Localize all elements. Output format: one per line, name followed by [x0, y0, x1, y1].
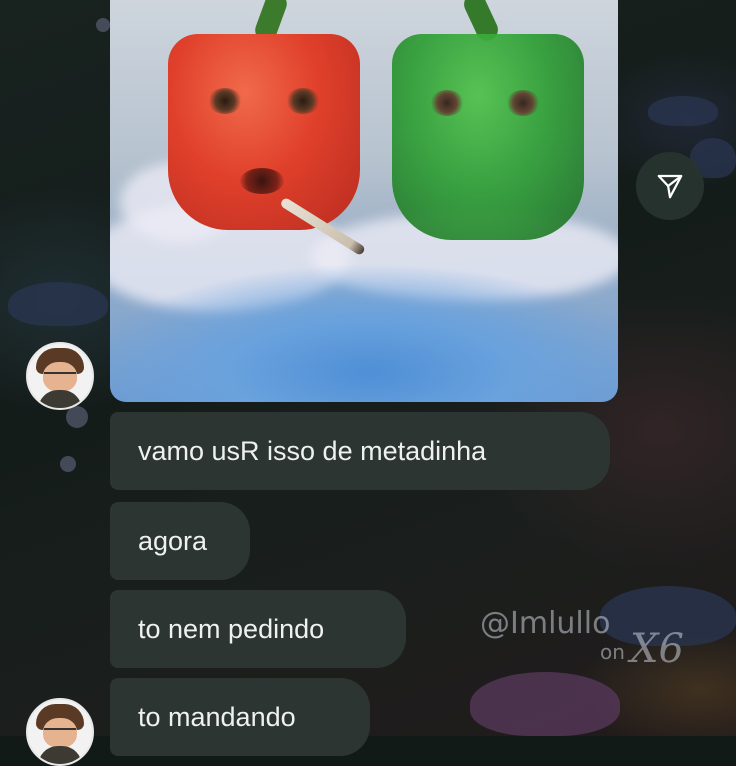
message-bubble[interactable]: to nem pedindo	[110, 590, 406, 668]
avatar[interactable]	[26, 698, 94, 766]
red-pepper	[168, 34, 360, 230]
message-text: to mandando	[138, 701, 296, 732]
avatar-shirt	[38, 746, 82, 764]
pepper-eye	[286, 88, 320, 114]
avatar-glasses	[44, 372, 76, 380]
sky-background	[110, 252, 618, 402]
flower-decoration	[60, 456, 76, 472]
flower-decoration	[66, 406, 88, 428]
flower-decoration	[96, 18, 110, 32]
pepper-mouth	[240, 168, 284, 194]
share-icon	[657, 174, 683, 199]
avatar-glasses	[44, 728, 76, 736]
message-text: agora	[138, 525, 208, 556]
mushroom-decoration	[648, 96, 718, 126]
watermark: @Imlullo on X6	[480, 606, 684, 672]
watermark-mark: X6	[630, 626, 684, 672]
message-bubble[interactable]: vamo usR isso de metadinha	[110, 412, 610, 490]
watermark-handle: @Imlullo	[480, 606, 611, 641]
pepper-eye	[430, 90, 464, 116]
image-message[interactable]	[110, 0, 618, 402]
message-bubble[interactable]: agora	[110, 502, 250, 580]
watermark-on: on	[600, 640, 625, 664]
message-text: to nem pedindo	[138, 613, 325, 644]
message-text: vamo usR isso de metadinha	[138, 435, 487, 466]
green-pepper	[392, 34, 584, 240]
avatar-shirt	[38, 390, 82, 408]
avatar[interactable]	[26, 342, 94, 410]
pepper-eye	[506, 90, 540, 116]
message-bubble[interactable]: to mandando	[110, 678, 370, 756]
mushroom-decoration	[470, 672, 620, 736]
pepper-eye	[208, 88, 242, 114]
share-button[interactable]	[636, 152, 704, 220]
mushroom-decoration	[8, 282, 108, 326]
